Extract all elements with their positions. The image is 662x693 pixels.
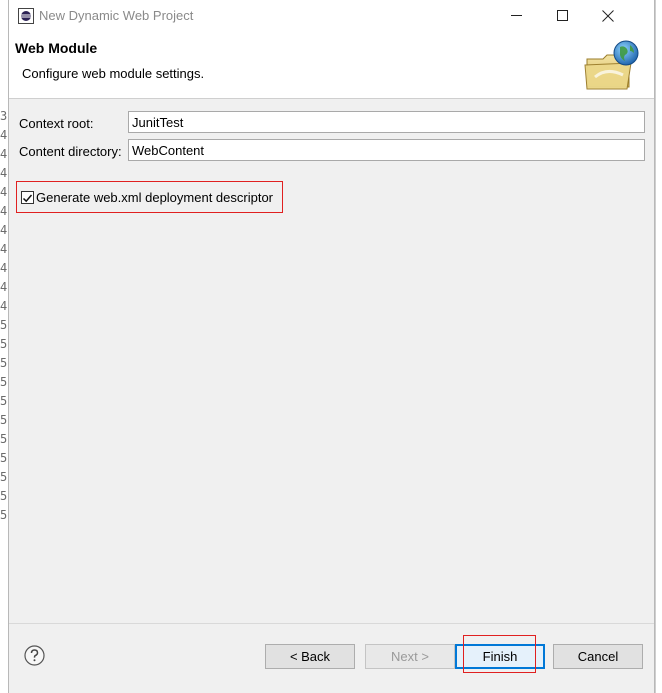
gutter-line-number: 4: [0, 204, 8, 218]
gutter-line-number: 4: [0, 147, 8, 161]
gutter-line-number: 4: [0, 223, 8, 237]
maximize-icon: [556, 10, 568, 21]
gutter-line-number: 5: [0, 413, 8, 427]
content-directory-input[interactable]: [128, 139, 645, 161]
gutter-line-number: 5: [0, 318, 8, 332]
gutter-line-number: 4: [0, 261, 8, 275]
window-title: New Dynamic Web Project: [39, 8, 194, 23]
page-title: Web Module: [15, 40, 98, 56]
gutter-line-number: 5: [0, 432, 8, 446]
background-editor-gutter: 3 4 4 4 4 4 4 4 4 4 4 5 5 5 5 5 5 5 5 5 5 5: [0, 0, 8, 693]
gutter-line-number: 5: [0, 394, 8, 408]
context-root-input[interactable]: [128, 111, 645, 133]
next-button[interactable]: Next >: [365, 644, 455, 669]
generate-descriptor-label[interactable]: Generate web.xml deployment descriptor: [36, 190, 273, 205]
minimize-button[interactable]: [493, 0, 539, 31]
content-directory-label: Content directory:: [19, 144, 122, 159]
minimize-icon: [510, 15, 522, 16]
gutter-line-number: 4: [0, 280, 8, 294]
finish-button[interactable]: Finish: [455, 644, 545, 669]
gutter-line-number: 4: [0, 299, 8, 313]
gutter-line-number: 5: [0, 356, 8, 370]
gutter-line-number: 4: [0, 185, 8, 199]
page-description: Configure web module settings.: [22, 66, 205, 81]
new-dynamic-web-project-dialog: New Dynamic Web Project Web Module Confi…: [8, 0, 655, 693]
generate-descriptor-highlight: Generate web.xml deployment descriptor: [16, 181, 283, 213]
cancel-button[interactable]: Cancel: [553, 644, 643, 669]
wizard-header: Web Module Configure web module settings…: [9, 31, 654, 99]
back-button[interactable]: < Back: [265, 644, 355, 669]
gutter-line-number: 5: [0, 375, 8, 389]
background-editor-right: [655, 0, 662, 693]
checkmark-icon: [22, 194, 33, 203]
gutter-line-number: 4: [0, 166, 8, 180]
footer-separator: [9, 623, 654, 624]
gutter-line-number: 5: [0, 508, 8, 522]
maximize-button[interactable]: [539, 0, 585, 31]
gutter-line-number: 5: [0, 470, 8, 484]
gutter-line-number: 5: [0, 337, 8, 351]
close-button[interactable]: [585, 0, 631, 31]
screen: 3 4 4 4 4 4 4 4 4 4 4 5 5 5 5 5 5 5 5 5 5 5 New Dynamic Web P…: [0, 0, 662, 693]
eclipse-app-icon: [18, 8, 34, 24]
close-icon: [602, 9, 614, 22]
context-root-label: Context root:: [19, 116, 94, 131]
web-folder-globe-icon: [584, 40, 639, 90]
gutter-line-number: 5: [0, 451, 8, 465]
gutter-line-number: 4: [0, 242, 8, 256]
generate-descriptor-checkbox[interactable]: [21, 191, 34, 204]
gutter-line-number: 3: [0, 109, 8, 123]
question-mark-icon[interactable]: [24, 645, 45, 666]
title-bar: New Dynamic Web Project: [9, 0, 654, 31]
gutter-line-number: 4: [0, 128, 8, 142]
gutter-line-number: 5: [0, 489, 8, 503]
